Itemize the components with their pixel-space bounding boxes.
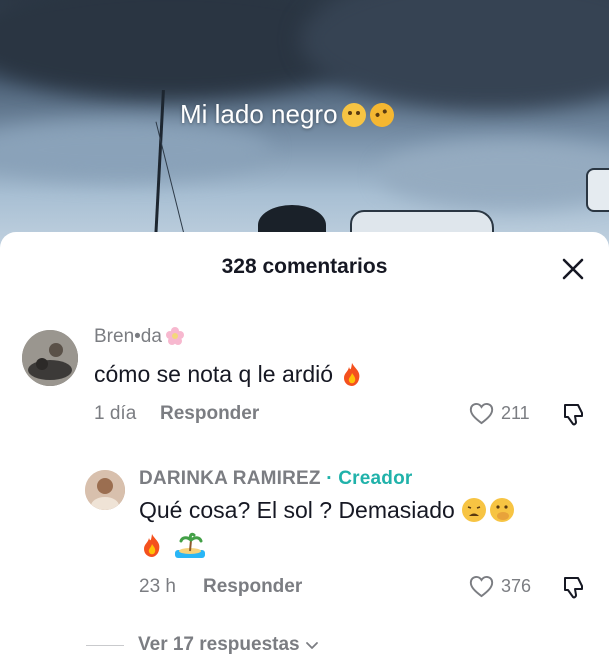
username-text: Bren•da <box>94 326 162 347</box>
avatar[interactable] <box>85 470 125 510</box>
hushed-emoji <box>489 498 514 522</box>
creator-badge: Creador <box>338 468 413 489</box>
dislike-button[interactable] <box>560 573 588 601</box>
view-replies-button[interactable]: Ver 17 respuestas <box>86 634 320 656</box>
like-count: 211 <box>501 403 530 423</box>
close-icon <box>562 258 584 280</box>
island-emoji <box>175 532 205 558</box>
reply-button[interactable]: Responder <box>203 576 302 598</box>
heart-icon <box>469 402 494 425</box>
video-caption-text: Mi lado negro <box>180 99 338 129</box>
weary-emoji <box>461 498 486 522</box>
divider <box>86 644 124 646</box>
chevron-down-icon <box>305 642 318 649</box>
like-button[interactable]: 376 <box>468 573 531 600</box>
cloud <box>380 140 609 210</box>
hushed-emoji <box>341 103 366 127</box>
flower-emoji <box>165 327 184 345</box>
creator-separator: · <box>326 468 333 489</box>
reply-body: Qué cosa? El sol ? Demasiado <box>139 497 455 523</box>
comment-text: cómo se nota q le ardió <box>94 358 365 390</box>
reply-text: Qué cosa? El sol ? Demasiado <box>139 494 515 526</box>
like-button[interactable]: 211 <box>468 400 530 427</box>
comment-body: cómo se nota q le ardió <box>94 361 334 387</box>
view-replies-label: Ver 17 respuestas <box>138 634 300 655</box>
fire-emoji <box>144 534 160 557</box>
comment-username[interactable]: Bren•da <box>94 326 185 348</box>
heart-icon <box>469 575 494 598</box>
fire-emoji <box>344 363 360 386</box>
comments-sheet: 328 comentarios Bren•da cómo se nota q l… <box>0 232 609 669</box>
dislike-icon <box>564 404 583 426</box>
avatar[interactable] <box>22 330 78 386</box>
reply-username[interactable]: DARINKA RAMIREZ · Creador <box>139 468 413 490</box>
comment-time: 1 día <box>94 403 137 424</box>
rofl-emoji <box>365 99 398 131</box>
username-text: DARINKA RAMIREZ <box>139 468 321 489</box>
avatar-image <box>85 470 125 510</box>
reply-emoji-line <box>139 529 205 561</box>
close-button[interactable] <box>558 254 588 284</box>
dislike-icon <box>564 577 583 599</box>
comments-title: 328 comentarios <box>221 255 388 278</box>
dislike-button[interactable] <box>560 400 588 428</box>
video-caption: Mi lado negro <box>180 99 398 131</box>
reply-time: 23 h <box>139 576 176 597</box>
video-background: Mi lado negro <box>0 0 609 260</box>
reply-button[interactable]: Responder <box>160 403 259 425</box>
avatar-image <box>22 330 78 386</box>
cloud <box>300 0 609 110</box>
like-count: 376 <box>501 576 532 596</box>
boat <box>586 168 609 212</box>
